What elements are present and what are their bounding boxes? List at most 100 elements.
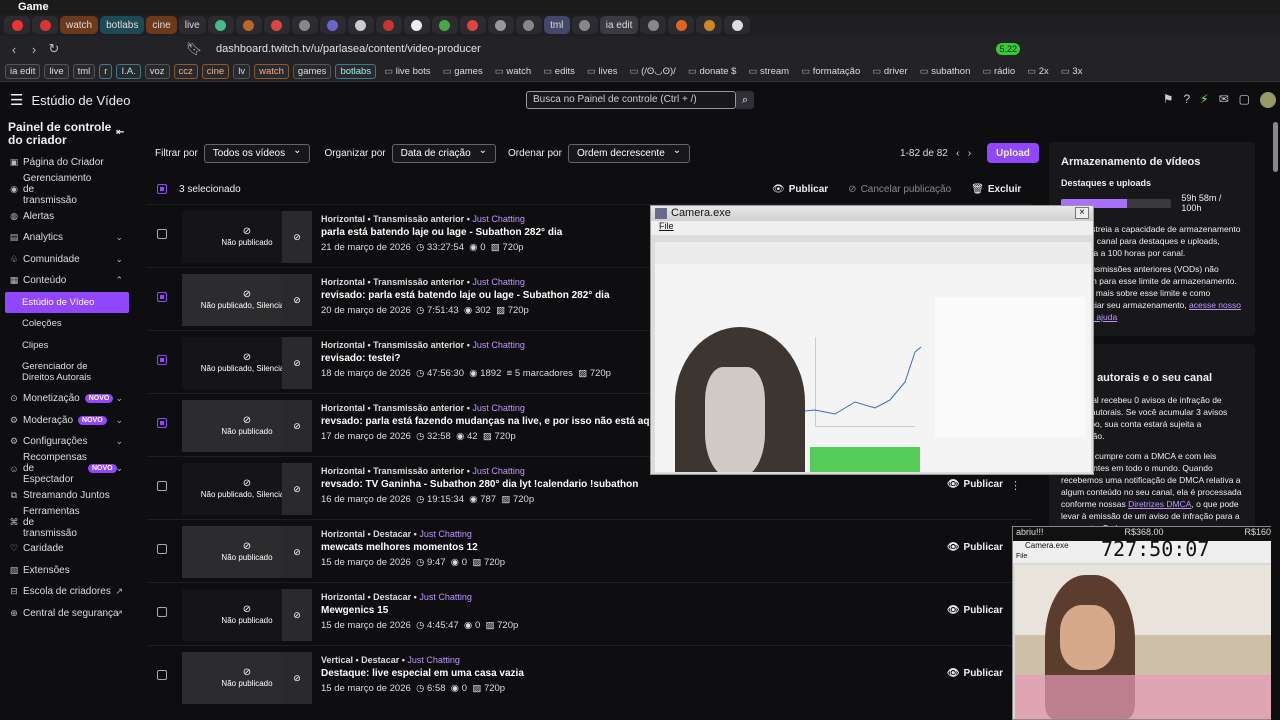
bookmark-item[interactable]: games — [292, 64, 332, 79]
select-all-checkbox[interactable] — [157, 184, 167, 194]
forward-icon[interactable]: › — [24, 42, 44, 57]
sort-select[interactable]: Data de criação — [391, 144, 497, 163]
activity-icon[interactable]: ⚡ — [1200, 92, 1208, 108]
browser-tab[interactable] — [291, 16, 318, 34]
video-title[interactable]: Destaque: live especial em uma casa vazi… — [321, 668, 524, 679]
collapse-icon[interactable]: ⇤ — [116, 126, 124, 139]
dmca-link[interactable]: Diretrizes DMCA — [1128, 499, 1191, 509]
table-row[interactable]: ⊘ Não publicado ⊘ Horizontal • Destacar • J… — [147, 582, 1033, 645]
url-text[interactable]: dashboard.twitch.tv/u/parlasea/content/v… — [216, 43, 996, 55]
sidebar-item[interactable]: ⊙ Monetização NOVO ⌄ — [0, 388, 132, 410]
bookmark-item[interactable]: (/ʘ◡ʘ)/ — [626, 65, 680, 78]
more-options-icon[interactable]: ⋮ — [1010, 479, 1021, 492]
bookmark-item[interactable]: watch — [491, 65, 535, 78]
video-category[interactable]: Just Chatting — [472, 340, 525, 350]
bookmark-item[interactable]: ia edit — [5, 64, 41, 79]
sidebar-subitem[interactable]: Estúdio de Vídeo — [5, 291, 129, 313]
sidebar-item[interactable]: ♡ Caridade — [0, 538, 132, 560]
browser-tab[interactable]: live — [178, 16, 206, 34]
bookmark-item[interactable]: botlabs — [335, 64, 377, 79]
bookmark-item[interactable]: donate $ — [684, 65, 741, 78]
bookmark-item[interactable]: subathon — [916, 65, 975, 78]
row-checkbox[interactable] — [157, 670, 167, 680]
bookmark-item[interactable]: r — [99, 64, 113, 79]
notifications-icon[interactable]: ⚑ — [1163, 92, 1174, 108]
sidebar-item[interactable]: ▦ Conteúdo ⌃ — [0, 270, 132, 292]
extension-badge[interactable]: 5.22 — [996, 43, 1020, 55]
sidebar-item[interactable]: ⊕ Central de segurança ↗ — [0, 603, 132, 625]
browser-tab[interactable] — [724, 16, 751, 34]
row-checkbox[interactable] — [157, 418, 167, 428]
video-category[interactable]: Just Chatting — [472, 403, 525, 413]
next-page-icon[interactable]: › — [968, 148, 971, 159]
publish-button[interactable]: 👁︎ Publicar — [947, 668, 1003, 679]
browser-tab[interactable] — [207, 16, 234, 34]
sidebar-item[interactable]: ⧉ Streamando Juntos — [0, 485, 132, 507]
sidebar-item[interactable]: ⚙ Moderação NOVO ⌄ — [0, 410, 132, 432]
sidebar-subitem[interactable]: Coleções — [0, 313, 132, 335]
table-row[interactable]: ⊘ Não publicado ⊘ Horizontal • Destacar • J… — [147, 519, 1033, 582]
bookmark-item[interactable]: rádio — [978, 65, 1019, 78]
sidebar-item[interactable]: ⚙ Configurações ⌄ — [0, 431, 132, 453]
menu-icon[interactable]: ☰ — [10, 91, 23, 109]
sidebar-item[interactable]: ♧ Comunidade ⌄ — [0, 249, 132, 271]
video-category[interactable]: Just Chatting — [407, 655, 460, 665]
video-title[interactable]: revisado: parla está batendo laje ou lag… — [321, 290, 610, 301]
browser-tab[interactable] — [347, 16, 374, 34]
video-category[interactable]: Just Chatting — [472, 277, 525, 287]
sidebar-subitem[interactable]: Clipes — [0, 335, 132, 357]
bookmark-item[interactable]: live — [44, 64, 69, 79]
inbox-icon[interactable]: ✉ — [1219, 92, 1229, 108]
bookmark-icon[interactable]: 🔖︎ — [184, 41, 204, 57]
row-checkbox[interactable] — [157, 544, 167, 554]
bookmark-item[interactable]: I.A. — [116, 64, 141, 79]
order-select[interactable]: Ordem decrescente — [567, 144, 691, 163]
camera-menu-file[interactable]: File — [651, 221, 1093, 235]
prev-page-icon[interactable]: ‹ — [956, 148, 959, 159]
video-category[interactable]: Just Chatting — [419, 592, 472, 602]
sidebar-item[interactable]: ◍ Alertas — [0, 206, 132, 228]
bookmark-item[interactable]: driver — [868, 65, 911, 78]
browser-tab[interactable] — [32, 16, 58, 34]
sidebar-item[interactable]: ▧ Extensões — [0, 560, 132, 582]
browser-tab[interactable] — [375, 16, 402, 34]
browser-tab[interactable] — [487, 16, 514, 34]
sidebar-item[interactable]: ⊟ Escola de criadores ↗ — [0, 581, 132, 603]
browser-tab[interactable] — [515, 16, 542, 34]
help-icon[interactable]: ? — [1183, 92, 1190, 108]
browser-tab[interactable] — [235, 16, 262, 34]
search-icon[interactable]: ⌕ — [736, 91, 754, 109]
browser-tab[interactable] — [4, 16, 30, 34]
bookmark-item[interactable]: tml — [72, 64, 96, 79]
row-checkbox[interactable] — [157, 607, 167, 617]
scrollbar-thumb[interactable] — [1273, 122, 1278, 172]
publish-button[interactable]: 👁︎ Publicar — [947, 479, 1003, 490]
video-title[interactable]: revisado: testei? — [321, 353, 611, 364]
browser-tab[interactable] — [431, 16, 458, 34]
bookmark-item[interactable]: voz — [144, 64, 170, 79]
video-category[interactable]: Just Chatting — [472, 466, 525, 476]
browser-tab[interactable] — [459, 16, 486, 34]
whispers-icon[interactable]: ▢ — [1239, 92, 1250, 108]
video-title[interactable]: parla está batendo laje ou lage - Subath… — [321, 227, 562, 238]
search-input[interactable]: Busca no Painel de controle (Ctrl + /) — [526, 91, 736, 109]
page-scrollbar[interactable] — [1271, 116, 1280, 720]
reload-icon[interactable]: ↻ — [44, 41, 64, 57]
sidebar-subitem[interactable]: Gerenciador de Direitos Autorais — [0, 356, 100, 388]
sidebar-item[interactable]: ◉ Gerenciamento de transmissão — [0, 173, 132, 206]
browser-tab[interactable] — [571, 16, 598, 34]
sidebar-item[interactable]: ▤ Analytics ⌄ — [0, 227, 132, 249]
browser-tab[interactable]: watch — [60, 16, 99, 34]
filter-select[interactable]: Todos os vídeos — [203, 144, 311, 163]
row-checkbox[interactable] — [157, 355, 167, 365]
delete-button[interactable]: 🗑︎ Excluir — [964, 179, 1028, 199]
back-icon[interactable]: ‹ — [4, 42, 24, 57]
cancel-publish-button[interactable]: ⊘ Cancelar publicação — [841, 179, 958, 199]
bookmark-item[interactable]: ccz — [173, 64, 198, 79]
browser-tab[interactable]: botlabs — [100, 16, 145, 34]
publish-button[interactable]: 👁︎ Publicar — [947, 605, 1003, 616]
browser-tab[interactable]: ia edit — [599, 16, 639, 34]
bookmark-item[interactable]: 2x — [1023, 65, 1053, 78]
browser-tab[interactable]: cine — [146, 16, 177, 34]
close-icon[interactable]: × — [1075, 207, 1089, 219]
